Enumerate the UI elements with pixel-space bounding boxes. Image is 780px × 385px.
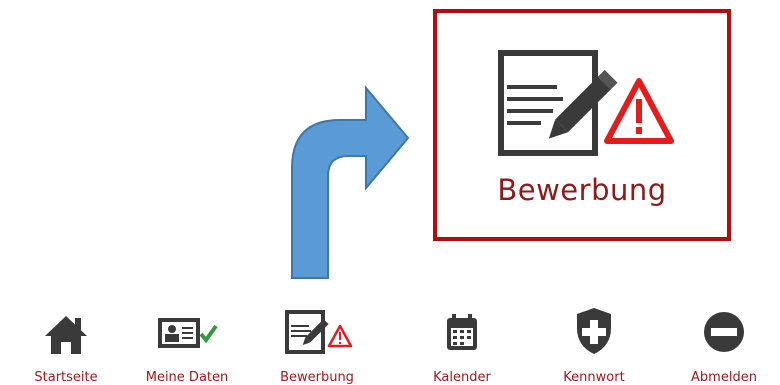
zoom-label: Bewerbung bbox=[497, 173, 667, 207]
nav-item-kennwort[interactable]: Kennwort bbox=[539, 296, 649, 385]
warning-triangle-icon bbox=[604, 78, 674, 144]
nav-label: Kennwort bbox=[563, 370, 625, 385]
shield-plus-icon bbox=[577, 308, 611, 354]
application-form-warning-icon bbox=[285, 310, 353, 354]
calendar-icon bbox=[447, 314, 477, 350]
minus-circle-icon bbox=[704, 312, 744, 352]
application-form-icon bbox=[498, 50, 674, 156]
nav-toolbar: Startseite Meine Daten Bewerbung Kalende… bbox=[0, 296, 780, 385]
nav-item-abmelden[interactable]: Abmelden bbox=[669, 296, 779, 385]
nav-label: Abmelden bbox=[691, 370, 757, 385]
nav-item-bewerbung[interactable]: Bewerbung bbox=[262, 296, 372, 385]
nav-item-kalender[interactable]: Kalender bbox=[407, 296, 517, 385]
nav-item-startseite[interactable]: Startseite bbox=[11, 296, 121, 385]
nav-label: Kalender bbox=[433, 370, 491, 385]
nav-label: Startseite bbox=[34, 370, 98, 385]
nav-label: Meine Daten bbox=[145, 370, 229, 385]
id-card-check-icon bbox=[158, 318, 218, 348]
home-icon bbox=[45, 316, 87, 354]
zoom-highlight-box: Bewerbung bbox=[433, 9, 731, 241]
nav-label: Bewerbung bbox=[280, 370, 354, 385]
nav-item-meine-daten[interactable]: Meine Daten bbox=[132, 296, 242, 385]
